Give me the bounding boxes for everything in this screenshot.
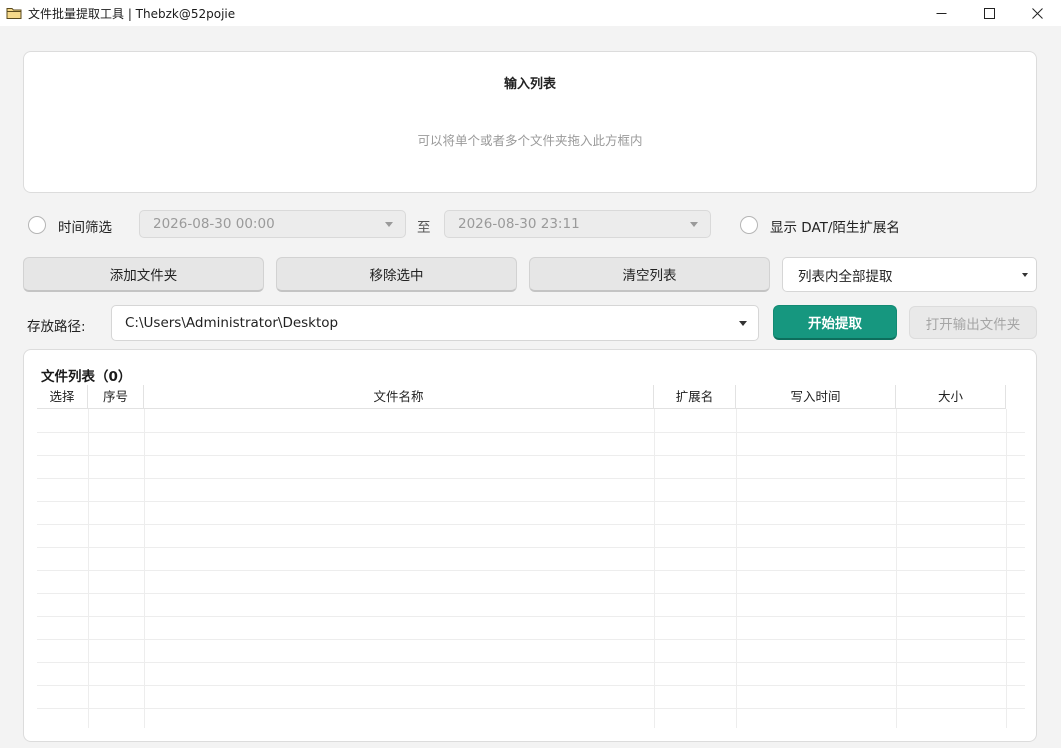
- open-output-folder-button[interactable]: 打开输出文件夹: [909, 306, 1037, 339]
- input-list-dropzone[interactable]: 输入列表 可以将单个或者多个文件夹拖入此方框内: [23, 51, 1037, 193]
- to-label: 至: [417, 220, 431, 236]
- folder-icon: [6, 6, 22, 20]
- start-time-combo[interactable]: 2026-08-30 00:00: [139, 210, 406, 238]
- grid-column-line: [1006, 409, 1007, 728]
- grid-row-line: [37, 501, 1025, 502]
- save-path-value: C:\Users\Administrator\Desktop: [125, 315, 339, 331]
- grid-column-line: [654, 409, 655, 728]
- grid-row-line: [37, 662, 1025, 663]
- grid-row-line: [37, 570, 1025, 571]
- time-filter-radio[interactable]: [28, 216, 46, 234]
- column-header-write-time[interactable]: 写入时间: [736, 385, 896, 409]
- time-filter-label: 时间筛选: [58, 220, 112, 236]
- column-header-index[interactable]: 序号: [88, 385, 144, 409]
- add-folder-button[interactable]: 添加文件夹: [23, 257, 264, 292]
- grid-row-line: [37, 639, 1025, 640]
- grid-row-line: [37, 432, 1025, 433]
- extract-mode-select[interactable]: 列表内全部提取: [782, 257, 1037, 292]
- start-extract-button[interactable]: 开始提取: [773, 305, 897, 340]
- title-bar: 文件批量提取工具 | Thebzk@52pojie: [0, 0, 1061, 26]
- file-list-title: 文件列表（0）: [41, 369, 132, 385]
- grid-row-line: [37, 616, 1025, 617]
- grid-row-line: [37, 524, 1025, 525]
- minimize-button[interactable]: [917, 0, 965, 26]
- start-time-value: 2026-08-30 00:00: [153, 216, 275, 232]
- chevron-down-icon: [739, 321, 747, 326]
- grid-column-line: [896, 409, 897, 728]
- table-header: 选择 序号 文件名称 扩展名 写入时间 大小: [37, 385, 1006, 409]
- end-time-value: 2026-08-30 23:11: [458, 216, 580, 232]
- grid-row-line: [37, 685, 1025, 686]
- input-list-title: 输入列表: [503, 77, 556, 92]
- save-path-combo[interactable]: C:\Users\Administrator\Desktop: [111, 305, 759, 341]
- close-button[interactable]: [1013, 0, 1061, 26]
- extract-mode-value: 列表内全部提取: [798, 268, 893, 285]
- file-table[interactable]: 选择 序号 文件名称 扩展名 写入时间 大小: [37, 385, 1025, 728]
- chevron-down-icon: [1022, 273, 1028, 277]
- column-header-filename[interactable]: 文件名称: [144, 385, 654, 409]
- window-title: 文件批量提取工具 | Thebzk@52pojie: [28, 6, 236, 21]
- grid-row-line: [37, 547, 1025, 548]
- window-controls: [917, 0, 1061, 26]
- grid-row-line: [37, 478, 1025, 479]
- maximize-button[interactable]: [965, 0, 1013, 26]
- show-ext-label: 显示 DAT/陌生扩展名: [770, 220, 900, 236]
- chevron-down-icon: [385, 222, 393, 227]
- grid-row-line: [37, 708, 1025, 709]
- column-header-select[interactable]: 选择: [37, 385, 88, 409]
- column-header-size[interactable]: 大小: [896, 385, 1006, 409]
- remove-selected-button[interactable]: 移除选中: [276, 257, 517, 292]
- show-ext-radio[interactable]: [740, 216, 758, 234]
- column-header-extension[interactable]: 扩展名: [654, 385, 736, 409]
- clear-list-button[interactable]: 清空列表: [529, 257, 770, 292]
- dropzone-hint: 可以将单个或者多个文件夹拖入此方框内: [417, 133, 643, 148]
- grid-row-line: [37, 593, 1025, 594]
- table-body: [37, 409, 1025, 728]
- chevron-down-icon: [690, 222, 698, 227]
- save-path-label: 存放路径:: [27, 319, 86, 335]
- file-list-panel: 文件列表（0） 选择 序号 文件名称 扩展名 写入时间 大小: [23, 349, 1037, 742]
- grid-column-line: [736, 409, 737, 728]
- end-time-combo[interactable]: 2026-08-30 23:11: [444, 210, 711, 238]
- grid-row-line: [37, 455, 1025, 456]
- grid-column-line: [88, 409, 89, 728]
- grid-column-line: [144, 409, 145, 728]
